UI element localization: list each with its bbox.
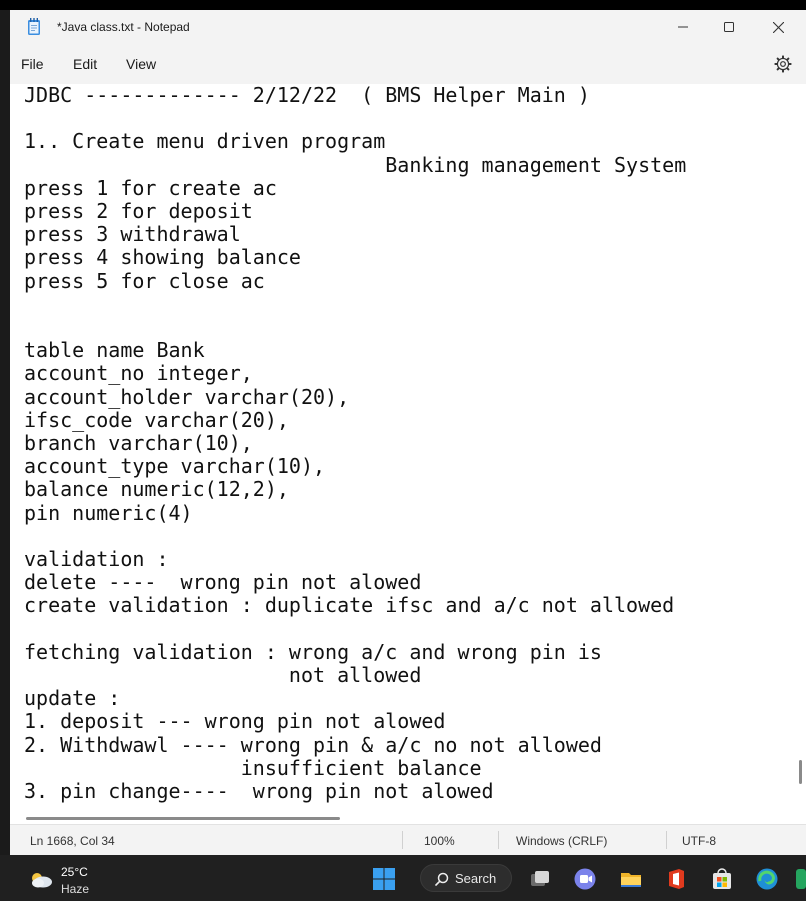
task-view-icon[interactable]	[528, 867, 552, 891]
menu-bar: File Edit View	[10, 44, 806, 84]
notepad-icon	[28, 18, 40, 35]
close-icon	[772, 21, 784, 33]
weather-description: Haze	[61, 882, 90, 896]
minimize-button[interactable]	[660, 10, 706, 44]
close-button[interactable]	[755, 10, 801, 44]
line-ending: Windows (CRLF)	[516, 834, 608, 848]
windows-start-icon[interactable]	[372, 867, 396, 891]
zoom-level: 100%	[424, 834, 455, 848]
editor-content[interactable]: JDBC ------------- 2/12/22 ( BMS Helper …	[24, 84, 686, 803]
search-icon	[435, 872, 449, 886]
search-label: Search	[455, 871, 497, 886]
maximize-button[interactable]	[706, 10, 752, 44]
weather-temperature: 25°C	[61, 865, 88, 879]
status-divider	[498, 831, 499, 849]
window-title: *Java class.txt - Notepad	[57, 20, 190, 34]
taskbar: 25°C Haze Search	[0, 855, 806, 901]
encoding: UTF-8	[682, 834, 716, 848]
vertical-scrollbar[interactable]	[794, 84, 806, 814]
minimize-icon	[678, 26, 688, 28]
edge-browser-icon[interactable]	[755, 867, 779, 891]
microsoft-store-icon[interactable]	[710, 867, 734, 891]
menu-edit[interactable]: Edit	[73, 56, 97, 72]
title-bar[interactable]: *Java class.txt - Notepad	[10, 10, 806, 44]
taskbar-search[interactable]: Search	[420, 864, 512, 892]
notepad-window: *Java class.txt - Notepad File Edit View…	[10, 10, 806, 855]
office-icon[interactable]	[664, 867, 688, 891]
cursor-position: Ln 1668, Col 34	[30, 834, 115, 848]
status-divider	[402, 831, 403, 849]
status-divider	[666, 831, 667, 849]
haze-weather-icon[interactable]	[28, 869, 54, 889]
screen-top-edge	[0, 0, 806, 10]
menu-file[interactable]: File	[21, 56, 44, 72]
file-explorer-icon[interactable]	[619, 867, 643, 891]
status-bar: Ln 1668, Col 34 100% Windows (CRLF) UTF-…	[10, 824, 806, 855]
menu-view[interactable]: View	[126, 56, 156, 72]
vertical-scroll-thumb[interactable]	[799, 760, 802, 784]
green-app-icon[interactable]	[796, 867, 806, 891]
teams-chat-icon[interactable]	[573, 867, 597, 891]
maximize-icon	[724, 22, 734, 32]
horizontal-scroll-thumb[interactable]	[26, 817, 340, 820]
settings-gear-icon[interactable]	[774, 55, 792, 73]
horizontal-scrollbar[interactable]	[10, 814, 794, 824]
text-editor[interactable]: JDBC ------------- 2/12/22 ( BMS Helper …	[10, 84, 794, 814]
